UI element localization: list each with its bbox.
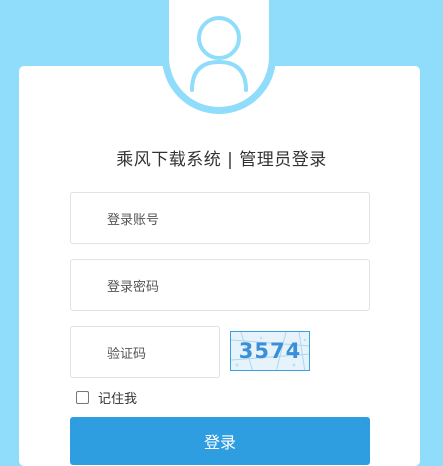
login-button[interactable]: 登录 [70, 417, 370, 465]
password-placeholder: 登录密码 [107, 279, 160, 295]
remember-checkbox[interactable] [76, 391, 89, 404]
remember-label: 记住我 [98, 392, 138, 407]
username-placeholder: 登录账号 [107, 212, 160, 228]
remember-me[interactable]: 记住我 [76, 388, 137, 407]
captcha-placeholder: 验证码 [107, 346, 147, 362]
user-icon [190, 16, 248, 92]
username-input[interactable]: 登录账号 [70, 192, 370, 244]
captcha-image[interactable]: 3574 [230, 331, 310, 371]
login-button-label: 登录 [203, 433, 236, 452]
password-input[interactable]: 登录密码 [70, 259, 370, 311]
captcha-input[interactable]: 验证码 [70, 326, 220, 378]
captcha-code: 3574 [238, 339, 302, 363]
avatar [169, 0, 269, 107]
page-title: 乘风下载系统 | 管理员登录 [116, 150, 327, 170]
